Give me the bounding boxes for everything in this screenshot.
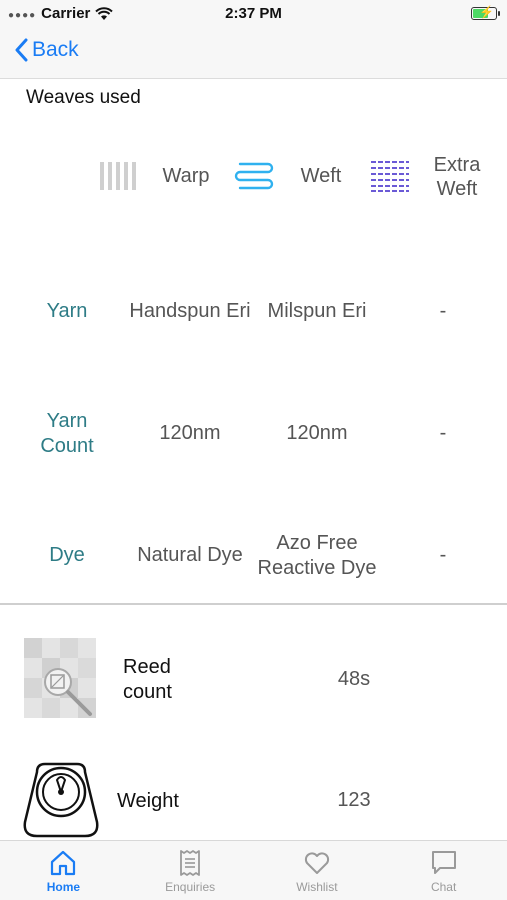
tab-wishlist[interactable]: Wishlist	[254, 841, 381, 900]
cell-count-warp: 120nm	[159, 422, 221, 444]
chat-icon	[431, 851, 456, 874]
tab-label-enquiries: Enquiries	[165, 880, 216, 894]
reed-count-icon	[24, 638, 96, 718]
row-label-dye: Dye	[49, 544, 85, 566]
cell-yarn-warp: Handspun Eri	[129, 300, 251, 322]
tab-label-home: Home	[46, 880, 81, 894]
charging-icon: ⚡	[479, 5, 494, 19]
warp-icon	[100, 162, 136, 190]
tab-label-wishlist: Wishlist	[296, 880, 338, 894]
status-time: 2:37 PM	[225, 5, 282, 22]
tab-enquiries[interactable]: Enquiries	[127, 841, 254, 900]
cell-yarn-extra-weft: -	[439, 300, 447, 322]
cell-dye-weft: Azo Free Reactive Dye	[257, 532, 377, 579]
tab-chat[interactable]: Chat	[380, 841, 507, 900]
status-bar: ●●●● Carrier 2:37 PM ⚡	[0, 0, 507, 28]
column-header-warp: Warp	[162, 165, 210, 187]
navigation-bar: Back	[0, 28, 507, 79]
weft-icon	[234, 162, 274, 190]
cell-dye-extra-weft: -	[439, 544, 447, 566]
row-label-yarn: Yarn	[46, 300, 88, 322]
feature-value-reed-count: 48s	[337, 668, 371, 690]
column-header-weft: Weft	[300, 165, 342, 187]
cell-count-weft: 120nm	[286, 422, 348, 444]
cell-dye-warp: Natural Dye	[137, 544, 243, 566]
weight-scale-icon	[23, 762, 99, 838]
feature-value-weight: 123	[337, 789, 371, 811]
home-icon	[51, 850, 76, 876]
back-label: Back	[32, 38, 79, 61]
row-label-yarn-count: Yarn Count	[40, 410, 94, 457]
tab-bar: Home Enquiries Wishlist Chat	[0, 840, 507, 900]
section-title: Weaves used	[26, 87, 141, 108]
feature-label-weight: Weight	[117, 790, 179, 812]
receipt-icon	[180, 850, 201, 876]
extra-weft-icon	[371, 161, 409, 192]
heart-icon	[304, 852, 329, 874]
back-button[interactable]: Back	[14, 38, 79, 62]
chevron-left-icon	[15, 38, 28, 62]
cell-count-extra-weft: -	[439, 422, 447, 444]
cell-yarn-weft: Milspun Eri	[267, 300, 367, 322]
tab-home[interactable]: Home	[0, 841, 127, 900]
column-header-extra-weft: Extra Weft	[433, 154, 481, 200]
section-divider	[0, 603, 507, 605]
tab-label-chat: Chat	[430, 880, 457, 894]
battery-icon: ⚡	[471, 5, 500, 20]
feature-label-reed-count: Reed count	[123, 656, 172, 703]
